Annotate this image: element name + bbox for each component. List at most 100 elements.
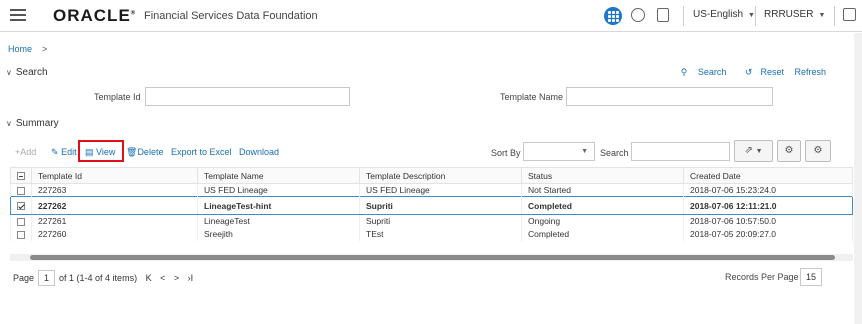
records-per-page-label: Records Per Page [725,272,799,282]
template-id-cell: 227260 [31,227,198,241]
applications-grid-icon[interactable] [604,7,622,25]
page-number-input[interactable]: 1 [38,270,56,286]
app-title: Financial Services Data Foundation [144,10,318,22]
created-date-cell: 2018-07-05 20:09:27.0 [683,227,853,241]
sort-by-label: Sort By [491,148,521,158]
chevron-down-icon: ▼ [755,148,763,155]
language-selector[interactable]: US-English ▼ [693,9,755,20]
logout-icon[interactable] [843,8,856,21]
status-cell: Completed [521,227,684,241]
chevron-down-icon: ▼ [581,148,588,155]
share-export-icon: ⇗ [744,145,753,156]
chevron-down-icon: ∨ [6,119,12,128]
export-excel-link[interactable]: Export to Excel [171,147,232,157]
chevron-down-icon: ∨ [6,68,12,77]
row-checkbox[interactable] [17,218,25,226]
search-link-label: Search [697,67,727,77]
user-menu[interactable]: RRRUSER ▼ [764,9,825,20]
header-divider [755,6,756,26]
created-date-cell: 2018-07-06 12:11:21.0 [683,196,853,215]
table-row[interactable]: 227263 US FED Lineage US FED Lineage Not… [10,183,853,197]
chevron-down-icon: ▼ [748,12,755,19]
created-date-cell: 2018-07-06 10:57:50.0 [683,214,853,228]
column-header[interactable]: Template Name [197,167,360,184]
gear-icon: ⚙ [784,145,794,156]
edit-icon: ✎ [51,147,59,157]
first-page-icon[interactable]: K [146,273,152,283]
template-id-cell: 227261 [31,214,198,228]
hamburger-menu-icon[interactable] [10,9,26,21]
template-desc-cell: TEst [359,227,522,241]
template-id-label: Template Id [94,92,141,102]
breadcrumb-separator: > [42,44,48,54]
search-link[interactable]: ⚲ Search [673,67,727,77]
created-date-cell: 2018-07-06 15:23:24.0 [683,183,853,197]
export-menu-button[interactable]: ⇗ ▼ [734,140,773,162]
search-section-toggle[interactable]: ∨ Search [6,67,48,78]
gear-refresh-icon: ⚙ [813,145,823,156]
chevron-down-icon: ▼ [818,12,826,19]
template-desc-cell: US FED Lineage [359,183,522,197]
records-per-page-input[interactable]: 15 [800,268,822,286]
prev-page-icon[interactable]: < [160,273,165,283]
row-select-cell[interactable] [10,214,32,228]
next-page-icon[interactable]: > [174,273,179,283]
row-select-cell[interactable] [10,183,32,197]
header-divider [683,6,684,26]
status-cell: Not Started [521,183,684,197]
edit-button[interactable]: ✎ Edit [51,147,77,158]
summary-section-toggle[interactable]: ∨ Summary [6,118,59,129]
column-header[interactable]: Created Date [683,167,853,184]
oracle-logo: ORACLE® [53,6,137,25]
search-section-title: Search [15,67,48,78]
select-all-cell[interactable] [10,167,32,184]
template-id-input[interactable] [145,87,350,106]
view-highlight-box [78,140,124,162]
template-desc-cell: Supriti [359,214,522,228]
scrollbar-thumb[interactable] [30,255,835,260]
add-button-label: Add [20,147,37,157]
breadcrumb: Home > [8,44,47,54]
column-header[interactable]: Template Description [359,167,522,184]
column-header[interactable]: Status [521,167,684,184]
sort-by-select[interactable]: ▼ [523,142,595,161]
page-label: Page [13,273,35,283]
settings-button[interactable]: ⚙ [777,140,801,162]
document-icon[interactable] [657,8,669,22]
breadcrumb-home[interactable]: Home [8,44,32,54]
grid-search-label: Search [600,148,629,158]
template-name-cell: LineageTest-hint [197,196,360,215]
summary-section-title: Summary [15,118,59,129]
template-name-label: Template Name [500,92,564,102]
table-row[interactable]: 227262 LineageTest-hint Supriti Complete… [10,196,853,215]
pager: Page 1 of 1 (1-4 of 4 items) K < > ›I [13,270,193,286]
magnifier-icon: ⚲ [680,67,688,77]
column-header[interactable]: Template Id [31,167,198,184]
refresh-settings-button[interactable]: ⚙ [805,140,831,162]
page-count-text: of 1 (1-4 of 4 items) [59,273,138,283]
template-id-cell: 227262 [31,196,198,215]
table-row[interactable]: 227261 LineageTest Supriti Ongoing 2018-… [10,214,853,228]
template-desc-cell: Supriti [359,196,522,215]
row-select-cell[interactable] [10,227,32,241]
row-checkbox[interactable] [17,230,25,239]
vertical-scrollbar[interactable] [854,33,862,324]
refresh-link[interactable]: Refresh [794,67,826,77]
add-button[interactable]: +Add [15,147,36,157]
download-link[interactable]: Download [239,147,279,157]
lock-icon[interactable] [631,8,645,22]
reset-link[interactable]: ↺ Reset [737,67,784,77]
select-all-checkbox[interactable] [17,172,25,181]
delete-button-label: Delete [137,147,164,157]
table-row[interactable]: 227260 Sreejith TEst Completed 2018-07-0… [10,227,853,241]
template-name-input[interactable] [566,87,773,106]
row-checkbox[interactable] [17,186,25,195]
horizontal-scrollbar[interactable] [10,254,853,261]
grid-search-input[interactable] [631,142,730,161]
reset-icon: ↺ [744,67,753,77]
delete-button[interactable]: 🗑Delete [126,147,163,158]
last-page-icon[interactable]: ›I [188,273,194,283]
row-checkbox[interactable] [17,202,25,211]
row-select-cell[interactable] [10,196,32,215]
templates-table: Template Id Template Name Template Descr… [10,167,853,241]
